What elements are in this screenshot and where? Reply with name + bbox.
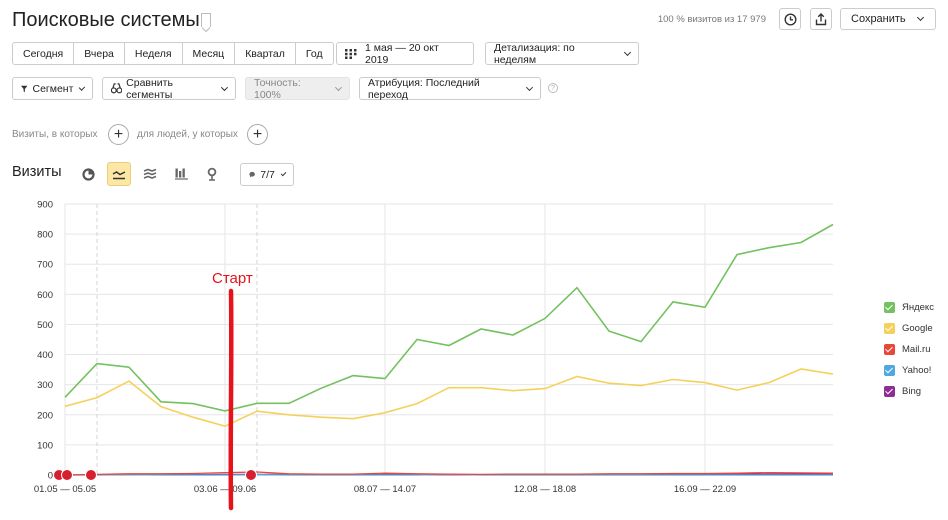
period-selector: Сегодня Вчера Неделя Месяц Квартал Год [12,42,334,65]
y-tick-label: 400 [37,350,53,361]
plus-icon: + [113,125,124,143]
series-line-Яндекс [64,223,834,412]
bar-chart-button[interactable] [169,162,193,186]
legend-checkbox[interactable] [884,302,895,313]
legend-label: Yahoo! [902,365,932,376]
save-label: Сохранить [851,13,906,25]
y-tick-label: 800 [37,230,53,241]
y-tick-label: 500 [37,320,53,331]
visits-chart: 0 100 200 300 400 500 600 700 800 900 01.05 — 05.0… [34,200,834,511]
date-range-button[interactable]: 1 мая — 20 окт 2019 [336,41,474,66]
area-chart-button[interactable] [138,162,162,186]
y-tick-label: 200 [37,410,53,421]
x-tick-label: 12.08 — 18.08 [514,484,576,495]
page-title: Поисковые системы [12,9,200,31]
add-people-condition-button[interactable]: + [247,124,268,145]
period-week[interactable]: Неделя [125,43,183,64]
x-tick-label: 16.09 — 22.09 [674,484,736,495]
export-button[interactable] [810,8,832,30]
legend-checkbox[interactable] [884,386,895,397]
compare-icon [111,83,123,94]
pie-chart-icon [81,167,95,181]
attribution-label: Атрибуция: Последний переход [368,76,480,101]
legend-label: Google [902,323,933,334]
event-marker [61,469,73,481]
chevron-down-icon [624,48,632,56]
period-month[interactable]: Месяц [183,43,236,64]
series-line-Google [64,368,834,428]
legend-checkbox[interactable] [884,344,895,355]
bar-chart-icon [174,168,188,180]
comment-icon [249,171,255,178]
calendar-icon [345,48,357,59]
attribution-dropdown[interactable]: Атрибуция: Последний переход [359,76,541,101]
chevron-down-icon [79,83,86,91]
segment-label: Сегмент [32,82,74,95]
save-button[interactable]: Сохранить [840,8,936,30]
map-pin-icon [207,167,217,181]
add-visit-condition-button[interactable]: + [108,124,129,145]
visits-share: 100 % визитов из 17 979 [657,14,766,25]
legend-label: Bing [902,386,922,397]
period-today[interactable]: Сегодня [13,43,75,64]
legend-label: Яндекс [902,302,934,313]
plus-icon: + [252,125,263,143]
start-annotation-label: Старт [212,270,253,287]
compare-segments-button[interactable]: Сравнить сегменты [102,76,236,101]
y-tick-label: 0 [48,471,53,482]
x-tick-label: 03.06 — 09.06 [194,484,256,495]
series-selector[interactable]: 7/7 [240,163,294,186]
chart-title: Визиты [12,164,62,180]
legend-checkbox[interactable] [884,323,895,334]
share-icon [815,12,827,25]
area-chart-icon [143,168,157,179]
legend-item[interactable]: Яндекс [884,297,934,318]
people-where-label: для людей, у которых [137,129,238,140]
series-count: 7/7 [260,168,275,181]
y-tick-label: 100 [37,440,53,451]
visits-where-label: Визиты, в которых [12,129,98,140]
segment-button[interactable]: Сегмент [12,77,93,100]
legend-label: Mail.ru [902,344,931,355]
filter-icon [21,85,28,92]
legend-checkbox[interactable] [884,365,895,376]
accuracy-dropdown[interactable]: Точность: 100% [245,76,350,101]
chart-legend: Яндекс Google Mail.ru Yahoo! Bing [884,297,934,402]
legend-item[interactable]: Mail.ru [884,339,934,360]
y-tick-label: 600 [37,290,53,301]
y-tick-label: 300 [37,380,53,391]
date-range-label: 1 мая — 20 окт 2019 [364,41,439,66]
chevron-down-icon [335,83,343,91]
chevron-down-icon [916,13,924,22]
event-marker [85,469,97,481]
legend-item[interactable]: Google [884,318,934,339]
period-yesterday[interactable]: Вчера [74,43,125,64]
event-marker [245,469,257,481]
legend-item[interactable]: Yahoo! [884,360,934,381]
pie-chart-button[interactable] [76,162,100,186]
map-chart-button[interactable] [200,162,224,186]
line-chart-icon [112,170,126,179]
period-quarter[interactable]: Квартал [235,43,296,64]
history-button[interactable] [779,8,801,30]
x-tick-label: 01.05 — 05.05 [34,484,96,495]
detail-dropdown[interactable]: Детализация: по неделям [485,41,639,66]
y-tick-label: 700 [37,260,53,271]
chevron-down-icon [221,83,229,91]
bookmark-icon[interactable] [201,13,211,27]
y-tick-label: 900 [37,200,53,211]
clock-icon [783,12,797,26]
accuracy-label: Точность: 100% [254,76,301,101]
x-tick-label: 08.07 — 14.07 [354,484,416,495]
detail-label: Детализация: по неделям [494,41,575,66]
period-year[interactable]: Год [296,43,333,64]
chevron-down-icon [280,170,287,176]
chevron-down-icon [526,83,534,91]
help-icon[interactable]: ? [548,83,558,93]
line-chart-button[interactable] [107,162,131,186]
legend-item[interactable]: Bing [884,381,934,402]
start-annotation-line [228,288,234,511]
compare-label: Сравнить сегменты [126,76,173,101]
